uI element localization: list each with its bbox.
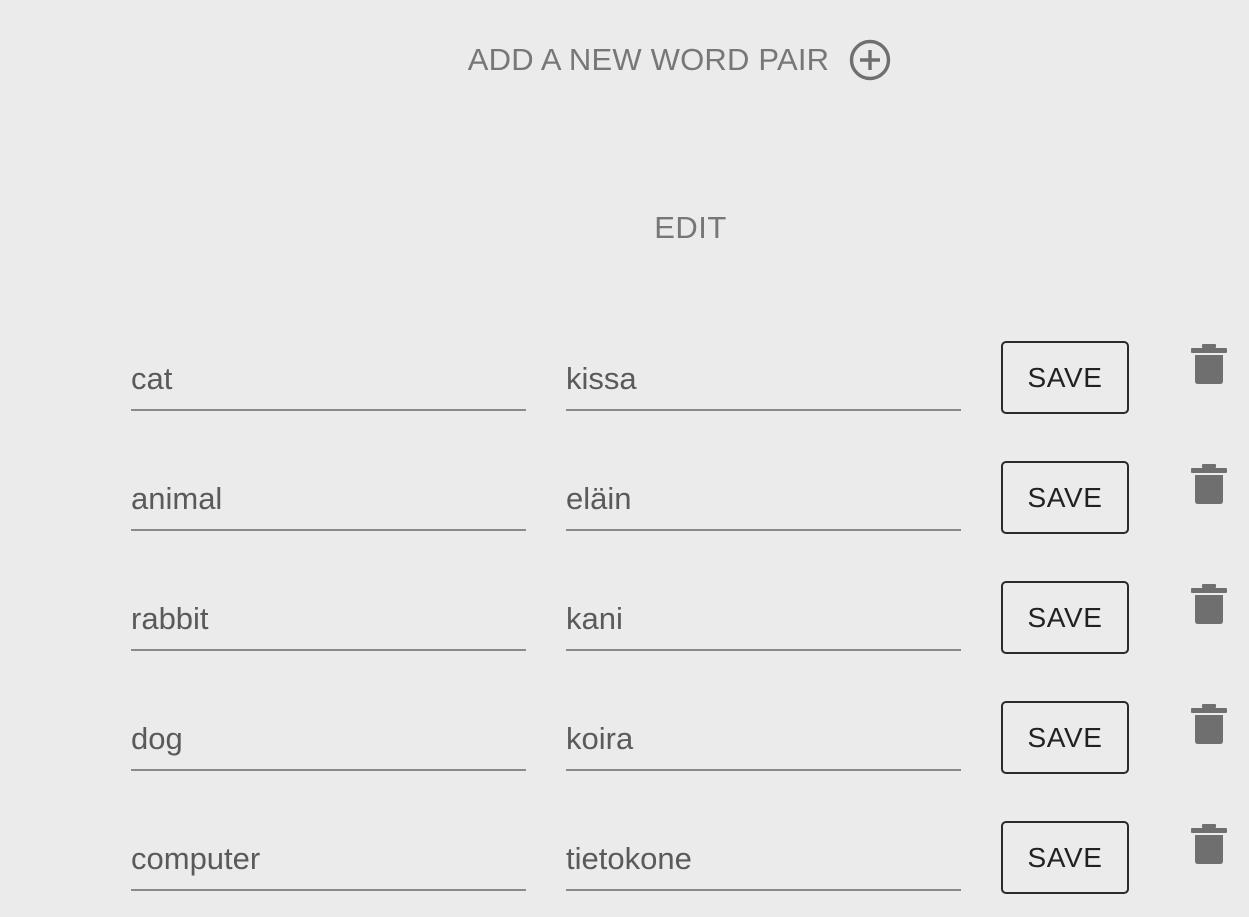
delete-button[interactable] bbox=[1190, 703, 1228, 745]
translation-field bbox=[566, 821, 961, 891]
translation-field bbox=[566, 341, 961, 411]
word-field bbox=[131, 821, 526, 891]
word-field bbox=[131, 461, 526, 531]
delete-button[interactable] bbox=[1190, 343, 1228, 385]
word-input[interactable] bbox=[131, 359, 526, 399]
translation-field bbox=[566, 461, 961, 531]
trash-icon bbox=[1191, 584, 1227, 624]
translation-field bbox=[566, 581, 961, 651]
word-input[interactable] bbox=[131, 719, 526, 759]
delete-button[interactable] bbox=[1190, 463, 1228, 505]
word-pair-row: SAVE bbox=[131, 821, 1249, 917]
save-button[interactable]: SAVE bbox=[1001, 821, 1129, 894]
plus-circle-icon[interactable] bbox=[849, 39, 891, 81]
word-field bbox=[131, 341, 526, 411]
delete-button[interactable] bbox=[1190, 823, 1228, 865]
word-pair-row: SAVE bbox=[131, 701, 1249, 821]
translation-input[interactable] bbox=[566, 359, 961, 399]
translation-input[interactable] bbox=[566, 479, 961, 519]
word-input[interactable] bbox=[131, 839, 526, 879]
translation-field bbox=[566, 701, 961, 771]
add-word-pair-label: ADD A NEW WORD PAIR bbox=[467, 42, 830, 77]
save-button[interactable]: SAVE bbox=[1001, 461, 1129, 534]
delete-button[interactable] bbox=[1190, 583, 1228, 625]
add-word-pair-section: ADD A NEW WORD PAIR bbox=[55, 36, 1249, 84]
save-button[interactable]: SAVE bbox=[1001, 581, 1129, 654]
word-input[interactable] bbox=[131, 599, 526, 639]
word-field bbox=[131, 581, 526, 651]
word-input[interactable] bbox=[131, 479, 526, 519]
word-pair-list: SAVE SAVE bbox=[131, 341, 1249, 917]
trash-icon bbox=[1191, 344, 1227, 384]
word-pair-editor-page: ADD A NEW WORD PAIR EDIT SAVE bbox=[0, 0, 1249, 917]
save-button[interactable]: SAVE bbox=[1001, 701, 1129, 774]
translation-input[interactable] bbox=[566, 599, 961, 639]
trash-icon bbox=[1191, 824, 1227, 864]
save-button[interactable]: SAVE bbox=[1001, 341, 1129, 414]
trash-icon bbox=[1191, 464, 1227, 504]
word-pair-row: SAVE bbox=[131, 461, 1249, 581]
word-pair-row: SAVE bbox=[131, 341, 1249, 461]
translation-input[interactable] bbox=[566, 839, 961, 879]
trash-icon bbox=[1191, 704, 1227, 744]
edit-heading: EDIT bbox=[654, 210, 727, 245]
translation-input[interactable] bbox=[566, 719, 961, 759]
word-field bbox=[131, 701, 526, 771]
word-pair-row: SAVE bbox=[131, 581, 1249, 701]
